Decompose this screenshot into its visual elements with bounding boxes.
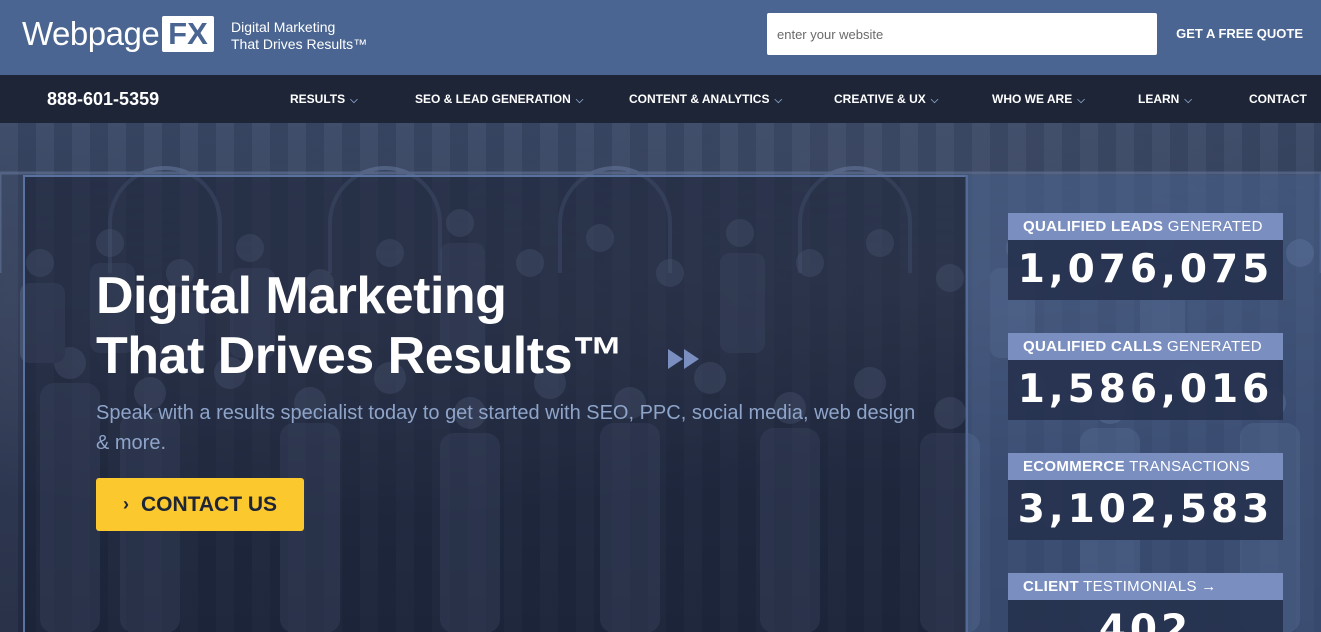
stat-label-bold: QUALIFIED CALLS xyxy=(1023,338,1163,355)
logo[interactable]: Webpage FX xyxy=(22,14,214,54)
logo-wordmark: Webpage xyxy=(22,15,160,52)
tagline: Digital Marketing That Drives Results™ xyxy=(231,19,367,53)
chevron-down-icon: ⌵ xyxy=(1184,95,1192,106)
top-header: Webpage FX Digital Marketing That Drives… xyxy=(0,0,1321,75)
stat-label-light: TESTIMONIALS → xyxy=(1078,578,1217,595)
fast-forward-icon xyxy=(668,349,699,369)
stat-client-testimonials[interactable]: CLIENT TESTIMONIALS → 402 xyxy=(1008,573,1283,632)
contact-us-label: CONTACT US xyxy=(140,492,278,516)
chevron-down-icon: ⌵ xyxy=(575,95,584,106)
stat-ecommerce-transactions: ECOMMERCE TRANSACTIONS 3,102,583 xyxy=(1008,453,1283,540)
stat-label-light: GENERATED xyxy=(1162,338,1262,355)
phone-number[interactable]: 888-601-5359 xyxy=(47,89,159,110)
chevron-down-icon: ⌵ xyxy=(350,95,358,106)
stat-qualified-leads: QUALIFIED LEADS GENERATED 1,076,075 xyxy=(1008,213,1283,300)
chevron-down-icon: ⌵ xyxy=(1077,95,1085,106)
nav-content-analytics[interactable]: CONTENT & ANALYTICS ⌵ xyxy=(629,92,782,106)
contact-us-button[interactable]: › CONTACT US xyxy=(96,478,304,531)
nav-seo-lead-generation[interactable]: SEO & LEAD GENERATION ⌵ xyxy=(415,92,583,106)
tagline-line2: That Drives Results™ xyxy=(231,36,368,52)
logo-fx-mark: FX xyxy=(162,16,214,52)
stat-label-bold: QUALIFIED LEADS xyxy=(1023,218,1164,235)
stat-label-light: GENERATED xyxy=(1163,218,1263,235)
stat-label-bold: ECOMMERCE xyxy=(1023,458,1125,475)
stat-label: QUALIFIED LEADS GENERATED xyxy=(1008,213,1283,240)
hero-subtitle: Speak with a results specialist today to… xyxy=(96,402,916,454)
free-quote-button[interactable]: GET A FREE QUOTE xyxy=(1176,26,1303,41)
chevron-right-icon: › xyxy=(122,494,129,514)
nav-label: CREATIVE & UX xyxy=(834,92,926,106)
hero-title-line2: That Drives Results™ xyxy=(96,327,624,385)
nav-label: CONTACT xyxy=(1249,92,1307,106)
nav-who-we-are[interactable]: WHO WE ARE ⌵ xyxy=(992,92,1085,106)
stat-label-light: TRANSACTIONS xyxy=(1124,458,1251,475)
nav-label: RESULTS xyxy=(290,92,346,106)
chevron-down-icon: ⌵ xyxy=(774,95,783,106)
hero-title: Digital Marketing That Drives Results™ xyxy=(96,266,624,386)
stat-label: ECOMMERCE TRANSACTIONS xyxy=(1008,453,1283,480)
nav-label: CONTENT & ANALYTICS xyxy=(629,92,770,106)
stat-value: 3,102,583 xyxy=(1008,480,1283,540)
tagline-line1: Digital Marketing xyxy=(231,19,336,35)
stat-value: 1,586,016 xyxy=(1008,360,1283,420)
nav-learn[interactable]: LEARN ⌵ xyxy=(1138,92,1192,106)
nav-results[interactable]: RESULTS ⌵ xyxy=(290,92,358,106)
stat-value: 1,076,075 xyxy=(1008,240,1283,300)
hero-title-line1: Digital Marketing xyxy=(96,267,507,325)
stat-label[interactable]: CLIENT TESTIMONIALS → xyxy=(1008,573,1283,600)
nav-contact[interactable]: CONTACT xyxy=(1249,92,1307,106)
nav-label: WHO WE ARE xyxy=(992,92,1073,106)
nav-label: SEO & LEAD GENERATION xyxy=(415,92,571,106)
stat-label-bold: CLIENT xyxy=(1023,578,1079,595)
main-nav: 888-601-5359 RESULTS ⌵ SEO & LEAD GENERAT… xyxy=(0,75,1321,123)
chevron-down-icon: ⌵ xyxy=(930,95,939,106)
stat-value: 402 xyxy=(1008,600,1283,632)
nav-label: LEARN xyxy=(1138,92,1180,106)
stat-label: QUALIFIED CALLS GENERATED xyxy=(1008,333,1283,360)
website-input[interactable] xyxy=(767,13,1157,55)
stat-qualified-calls: QUALIFIED CALLS GENERATED 1,586,016 xyxy=(1008,333,1283,420)
nav-creative-ux[interactable]: CREATIVE & UX ⌵ xyxy=(834,92,938,106)
